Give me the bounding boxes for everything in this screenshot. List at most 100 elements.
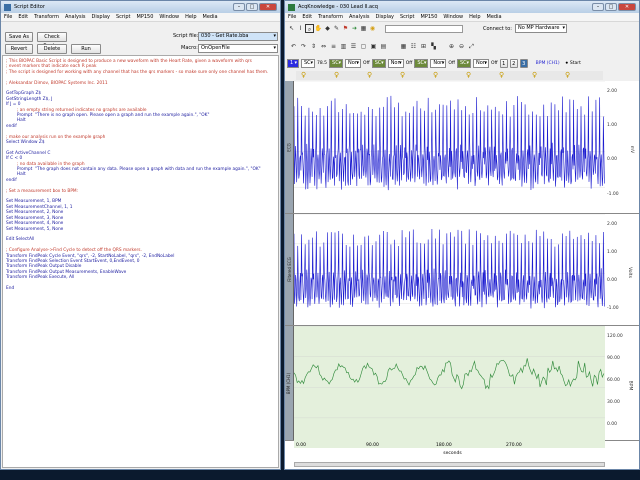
channel-label-bpm[interactable]: BPM (CH1) bbox=[285, 326, 294, 440]
menu-help[interactable]: Help bbox=[182, 14, 199, 20]
run-button[interactable]: Run bbox=[71, 44, 101, 54]
undo-icon[interactable]: ↶ bbox=[289, 42, 298, 51]
meas-b[interactable]: Non bbox=[345, 58, 362, 68]
menu-transform[interactable]: Transform bbox=[315, 14, 346, 20]
connect-select[interactable]: No MP Hardware bbox=[514, 24, 567, 33]
grid-icon[interactable]: ▦ bbox=[359, 24, 368, 33]
menu-edit[interactable]: Edit bbox=[299, 14, 315, 20]
close-button[interactable]: ✕ bbox=[618, 3, 636, 11]
meas-off4: Off bbox=[491, 60, 498, 66]
meas-off1: Off bbox=[363, 60, 370, 66]
meas-d[interactable]: Non bbox=[387, 58, 404, 68]
menu-media[interactable]: Media bbox=[200, 14, 221, 20]
menu-mp150[interactable]: MP150 bbox=[134, 14, 157, 20]
delete-button[interactable]: Delete bbox=[37, 44, 67, 54]
table-icon[interactable]: ⊞ bbox=[419, 42, 428, 51]
event-marker-icon[interactable]: ♀ bbox=[334, 71, 339, 79]
event-marker-icon[interactable]: ♀ bbox=[433, 71, 438, 79]
event-marker-icon[interactable]: ♀ bbox=[532, 71, 537, 79]
scale-icon[interactable]: ⇕ bbox=[309, 42, 318, 51]
menu-media[interactable]: Media bbox=[484, 14, 505, 20]
meas-f[interactable]: Non bbox=[430, 58, 447, 68]
zoom-in-icon[interactable]: ⊕ bbox=[447, 42, 456, 51]
bars-icon[interactable]: ▥ bbox=[339, 42, 348, 51]
grid2-icon[interactable]: ▦ bbox=[399, 42, 408, 51]
menu-display[interactable]: Display bbox=[89, 14, 113, 20]
y-tick: 60.00 bbox=[607, 378, 620, 384]
marker-tool-icon[interactable]: ◆ bbox=[323, 24, 332, 33]
y-tick: 30.00 bbox=[607, 400, 620, 406]
meas-g[interactable]: SC bbox=[457, 58, 471, 68]
script-text-area[interactable]: ; This BIOPAC Basic Script is designed t… bbox=[2, 55, 279, 468]
stack-icon[interactable]: ☷ bbox=[409, 42, 418, 51]
event-marker-icon[interactable]: ♀ bbox=[301, 71, 306, 79]
check-syntax-button[interactable]: Check Syntax bbox=[37, 32, 67, 49]
event-marker-icon[interactable]: ♀ bbox=[466, 71, 471, 79]
horizontal-scrollbar[interactable] bbox=[294, 462, 605, 467]
start-icon[interactable]: ⏺ bbox=[566, 60, 568, 66]
menu-script[interactable]: Script bbox=[397, 14, 418, 20]
meas-c[interactable]: SC bbox=[371, 58, 386, 68]
chart-icon[interactable]: ▚ bbox=[429, 42, 438, 51]
close-button[interactable]: ✕ bbox=[259, 3, 277, 11]
zoom-out-icon[interactable]: ⊖ bbox=[457, 42, 466, 51]
minimize-button[interactable]: – bbox=[233, 3, 245, 11]
arrow-tool-icon[interactable]: ↖ bbox=[287, 24, 296, 33]
meas-h[interactable]: Non bbox=[473, 58, 489, 68]
journal-icon[interactable]: ▤ bbox=[379, 42, 388, 51]
event-marker-icon[interactable]: ♀ bbox=[400, 71, 405, 79]
menu-mp150[interactable]: MP150 bbox=[418, 14, 441, 20]
menu-window[interactable]: Window bbox=[156, 14, 182, 20]
list-icon[interactable]: ☰ bbox=[349, 42, 358, 51]
macro-select[interactable]: OnOpenFile bbox=[198, 44, 278, 53]
event-marker-icon[interactable]: ♀ bbox=[499, 71, 504, 79]
event-marker-icon[interactable]: ♀ bbox=[367, 71, 372, 79]
meas-fn[interactable]: SC bbox=[301, 58, 315, 68]
hand-tool-icon[interactable]: ✋ bbox=[314, 24, 323, 33]
overlap-icon[interactable]: ≡ bbox=[329, 42, 338, 51]
event-field[interactable] bbox=[385, 24, 463, 33]
ibeam-tool-icon[interactable]: I bbox=[296, 24, 305, 33]
page-3[interactable]: 3 bbox=[519, 58, 528, 68]
autoscale-icon[interactable]: ⤢ bbox=[467, 42, 476, 51]
fit-icon[interactable]: ⇔ bbox=[319, 42, 328, 51]
go-icon[interactable]: ➜ bbox=[350, 24, 359, 33]
menu-file[interactable]: File bbox=[285, 14, 299, 20]
acqknowledge-window: AcqKnowledge - 030 Lead II.acq – □ ✕ Fil… bbox=[284, 0, 640, 470]
app-icon bbox=[4, 3, 11, 11]
menu-analysis[interactable]: Analysis bbox=[346, 14, 373, 20]
menu-display[interactable]: Display bbox=[373, 14, 397, 20]
maximize-button[interactable]: □ bbox=[246, 3, 258, 11]
channel-label-ecg[interactable]: ECG bbox=[285, 81, 294, 213]
menu-script[interactable]: Script bbox=[113, 14, 134, 20]
meas-channel[interactable]: 1 bbox=[287, 58, 299, 68]
channel-label-filtered[interactable]: Filtered ECG bbox=[285, 214, 294, 325]
event-icon[interactable]: ◉ bbox=[368, 24, 377, 33]
menu-edit[interactable]: Edit bbox=[15, 14, 31, 20]
pencil-tool-icon[interactable]: ✎ bbox=[332, 24, 341, 33]
page-2[interactable]: 2 bbox=[509, 58, 518, 68]
flag-icon[interactable]: ⚑ bbox=[341, 24, 350, 33]
menu-transform[interactable]: Transform bbox=[31, 14, 62, 20]
minimize-button[interactable]: – bbox=[592, 3, 604, 11]
tile-icon[interactable]: ▣ bbox=[369, 42, 378, 51]
save-as-button[interactable]: Save As bbox=[5, 32, 33, 42]
revert-button[interactable]: Revert bbox=[5, 44, 33, 54]
meas-value: 78.5 bbox=[317, 60, 328, 66]
menu-analysis[interactable]: Analysis bbox=[62, 14, 89, 20]
script-file-label: Script file: bbox=[173, 33, 199, 39]
zoom-tool-icon[interactable]: ⌕ bbox=[305, 24, 314, 33]
redo-icon[interactable]: ↷ bbox=[299, 42, 308, 51]
window-icon[interactable]: ▢ bbox=[359, 42, 368, 51]
menu-help[interactable]: Help bbox=[466, 14, 483, 20]
start-label[interactable]: Start bbox=[570, 61, 581, 66]
maximize-button[interactable]: □ bbox=[605, 3, 617, 11]
meas-e[interactable]: SC bbox=[414, 58, 429, 68]
event-marker-icon[interactable]: ♀ bbox=[565, 71, 570, 79]
meas-a[interactable]: SC bbox=[329, 58, 344, 68]
menu-file[interactable]: File bbox=[1, 14, 15, 20]
script-file-select[interactable]: 030 - Get Rate.bba bbox=[198, 32, 278, 41]
page-1[interactable]: 1 bbox=[499, 58, 508, 68]
chart-area: ECG mV 2.00 1.00 0.00 -1.00 Filtered ECG Vol… bbox=[285, 81, 639, 469]
menu-window[interactable]: Window bbox=[440, 14, 466, 20]
